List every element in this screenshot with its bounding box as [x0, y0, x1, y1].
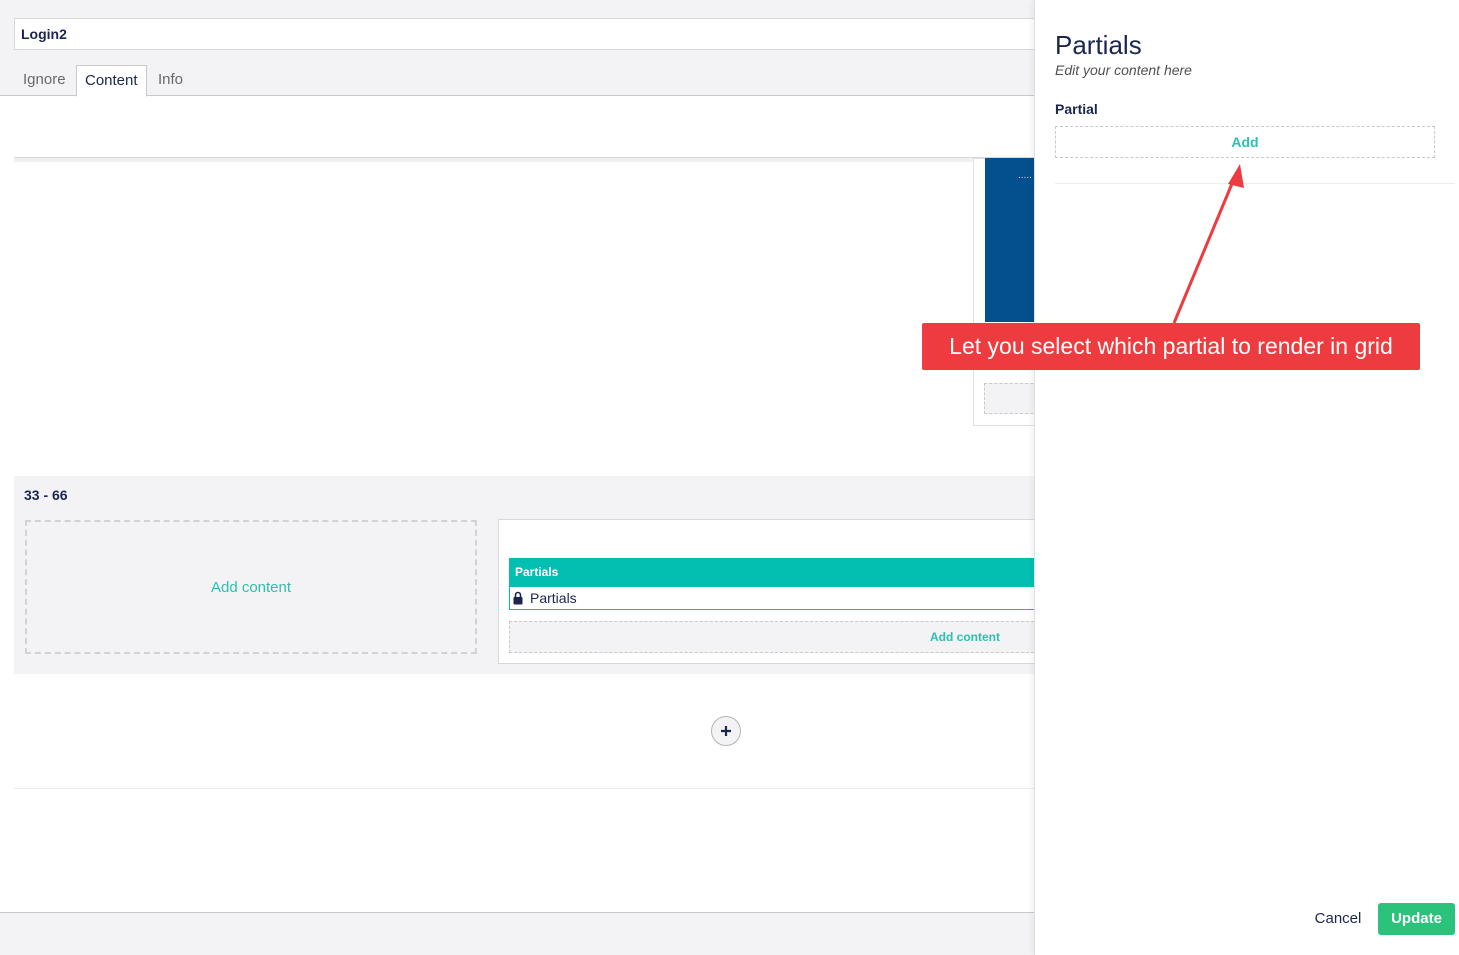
content-name-input[interactable] — [14, 18, 1034, 50]
grid-row-label: 33 - 66 — [24, 487, 68, 503]
lock-icon — [513, 591, 523, 605]
panel-title: Partials — [1055, 30, 1142, 60]
add-content-label: Add content — [930, 630, 1000, 644]
partials-overlay-panel: Partials Edit your content here Partial … — [1034, 0, 1459, 955]
content-editor: Ignore Content Info ..... 33 - 66 Add co… — [0, 0, 1034, 955]
grid-row-separator — [14, 157, 1034, 162]
tab-content[interactable]: Content — [76, 65, 147, 97]
section-divider — [14, 788, 1034, 789]
annotation-arrow — [1172, 164, 1244, 324]
partials-editor-header[interactable]: Partials — [509, 558, 1034, 587]
tab-ignore[interactable]: Ignore — [15, 65, 74, 96]
plus-icon — [721, 726, 731, 736]
preview-image — [985, 158, 1034, 322]
cancel-button[interactable]: Cancel — [1303, 903, 1373, 935]
partial-field-label: Partial — [1055, 101, 1098, 117]
update-button[interactable]: Update — [1378, 903, 1455, 935]
add-partial-label: Add — [1231, 134, 1259, 150]
add-row-button[interactable] — [711, 716, 741, 746]
grid-cell-left-add-content[interactable]: Add content — [25, 520, 477, 654]
partials-item[interactable]: Partials — [509, 587, 1034, 610]
preview-add-content[interactable] — [984, 383, 1034, 414]
editor-footer — [0, 912, 1034, 955]
grid-cell-right-add-content[interactable]: Add content — [509, 621, 1034, 653]
add-content-label: Add content — [210, 578, 292, 596]
editor-tabs: Ignore Content Info — [0, 65, 1034, 97]
preview-dots: ..... — [1018, 170, 1032, 181]
annotation-callout: Let you select which partial to render i… — [922, 323, 1420, 370]
panel-subtitle: Edit your content here — [1055, 62, 1192, 78]
tab-info[interactable]: Info — [150, 65, 191, 96]
